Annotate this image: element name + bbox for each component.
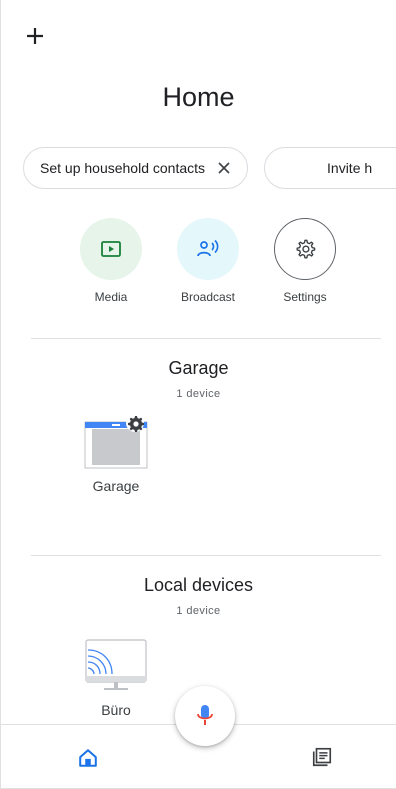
chip-invite[interactable]: Invite h [264,147,396,189]
settings-circle [274,218,336,280]
close-icon [218,162,230,174]
broadcast-icon [197,239,219,257]
chip-label: Set up household contacts [40,160,206,176]
section-title-local-devices: Local devices [143,575,254,595]
device-label: Garage [92,478,140,494]
media-circle [80,218,142,280]
media-play-icon [101,241,121,257]
nav-feed-tab[interactable] [311,746,335,770]
section-count-local-devices: 1 device [176,605,221,617]
broadcast-circle [177,218,239,280]
settings-label: Settings [283,290,327,304]
settings-button[interactable]: Settings [265,218,345,304]
mic-icon [197,705,213,725]
broadcast-button[interactable]: Broadcast [168,218,248,304]
assistant-mic-button[interactable] [175,686,235,746]
suggestion-chips: Set up household contacts Invite h [23,147,396,189]
divider [31,555,381,556]
device-garage[interactable]: Garage [66,412,166,494]
section-title-garage: Garage [168,358,229,378]
page-title: Home [162,82,235,112]
nav-home-tab[interactable] [77,747,101,771]
plus-icon [27,28,43,44]
garage-door-icon [84,414,148,469]
app-frame: Home Set up household contacts Invite h … [0,0,396,789]
home-icon [79,749,97,767]
quick-actions: Media Broadcast Settings [71,218,345,304]
device-label: Büro [101,702,131,718]
media-button[interactable]: Media [71,218,151,304]
cast-display-icon [85,639,147,690]
broadcast-label: Broadcast [180,290,236,304]
add-button[interactable] [23,24,47,48]
chip-dismiss-button[interactable] [215,159,233,177]
feed-icon [312,747,332,767]
media-label: Media [94,290,128,304]
gear-icon [296,239,316,259]
device-buero[interactable]: Büro [66,636,166,718]
section-count-garage: 1 device [176,388,221,400]
divider [31,338,381,339]
chip-household-contacts[interactable]: Set up household contacts [23,147,249,189]
chip-label: Invite h [327,160,373,176]
